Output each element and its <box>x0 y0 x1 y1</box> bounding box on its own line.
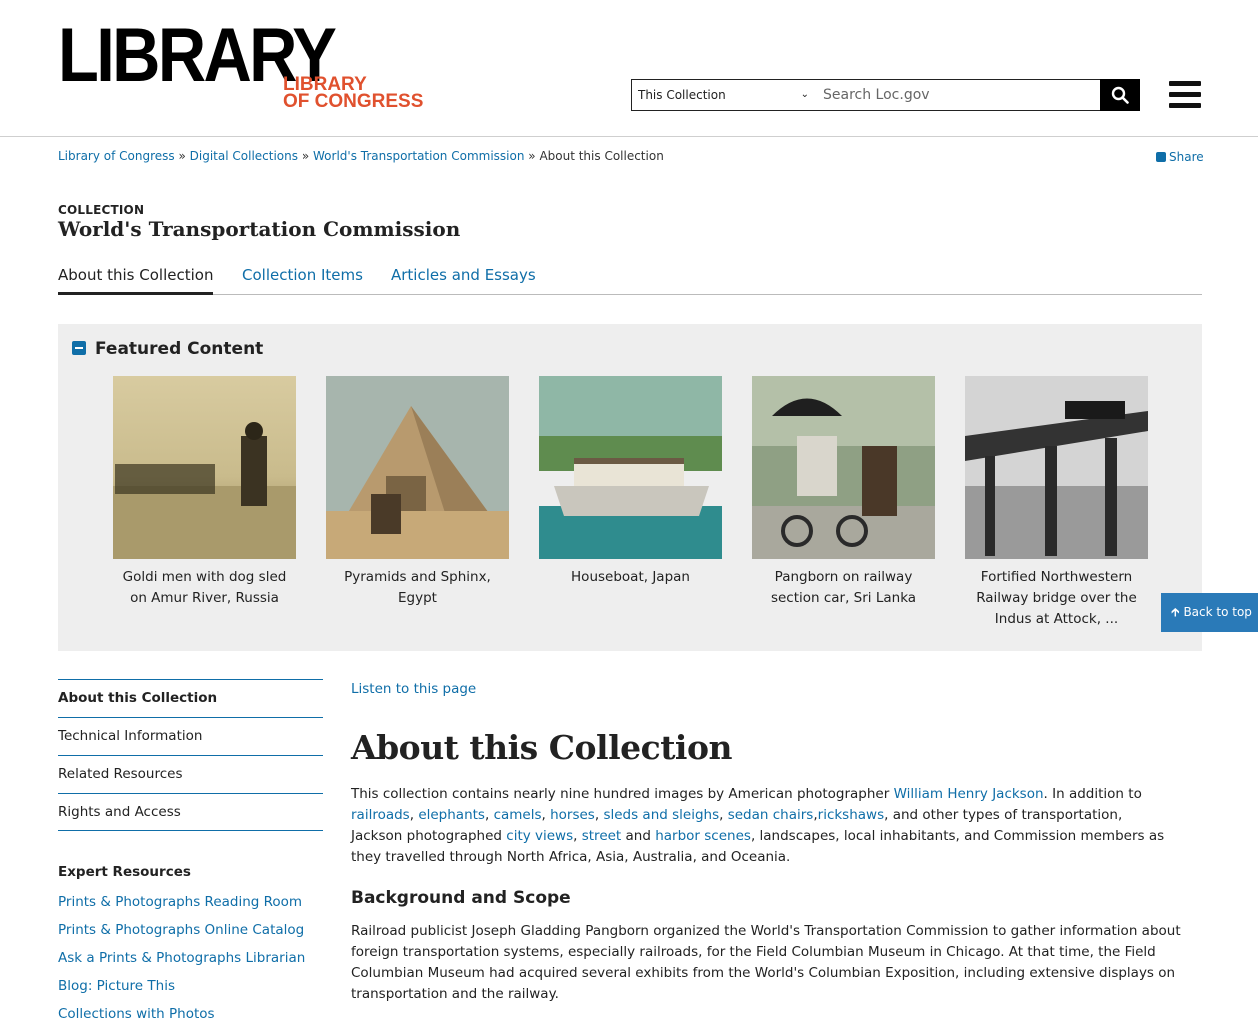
expert-link[interactable]: Ask a Prints & Photographs Librarian <box>58 944 305 972</box>
link-railroads[interactable]: railroads <box>351 807 410 823</box>
collection-tabs: About this Collection Collection Items A… <box>58 266 1202 295</box>
site-header: LIBRARY LIBRARY OF CONGRESS This Collect… <box>0 0 1258 137</box>
breadcrumb-link-collection[interactable]: World's Transportation Commission <box>313 149 524 163</box>
search-scope-select[interactable]: This Collection ⌄ <box>631 79 816 111</box>
expert-link[interactable]: Prints & Photographs Reading Room <box>58 888 305 916</box>
featured-thumbnail <box>539 376 722 559</box>
breadcrumb-link-digital-collections[interactable]: Digital Collections <box>190 149 298 163</box>
listen-link[interactable]: Listen to this page <box>351 681 476 697</box>
share-button[interactable]: Share <box>1156 150 1204 164</box>
featured-thumbnail <box>752 376 935 559</box>
featured-thumbnail <box>326 376 509 559</box>
tab-collection-items[interactable]: Collection Items <box>242 266 363 295</box>
sidebar-item-about[interactable]: About this Collection <box>58 679 323 717</box>
sidebar-item-technical-information[interactable]: Technical Information <box>58 717 323 755</box>
search-bar: This Collection ⌄ Search Loc.gov <box>631 79 1140 111</box>
collection-kicker: COLLECTION <box>58 203 145 217</box>
link-william-henry-jackson[interactable]: William Henry Jackson <box>894 786 1044 802</box>
featured-thumbnail <box>113 376 296 559</box>
link-horses[interactable]: horses <box>550 807 595 823</box>
menu-icon[interactable] <box>1169 81 1201 108</box>
back-to-top-button[interactable]: 🡱 Back to top <box>1161 593 1258 632</box>
tab-about[interactable]: About this Collection <box>58 266 214 295</box>
sidebar-nav: About this Collection Technical Informat… <box>58 679 323 831</box>
featured-item[interactable]: Pyramids and Sphinx, Egypt <box>326 376 509 609</box>
expert-resources-heading: Expert Resources <box>58 864 191 880</box>
link-rickshaws[interactable]: rickshaws <box>818 807 884 823</box>
link-street[interactable]: street <box>582 828 622 844</box>
sidebar-item-rights-access[interactable]: Rights and Access <box>58 793 323 831</box>
breadcrumb: Library of Congress » Digital Collection… <box>58 149 664 163</box>
link-harbor-scenes[interactable]: harbor scenes <box>655 828 751 844</box>
link-city-views[interactable]: city views <box>506 828 573 844</box>
featured-item[interactable]: Fortified Northwestern Railway bridge ov… <box>965 376 1148 630</box>
intro-paragraph: This collection contains nearly nine hun… <box>351 786 1165 865</box>
featured-caption: Houseboat, Japan <box>571 569 690 585</box>
featured-caption: Pyramids and Sphinx, Egypt <box>344 569 491 606</box>
section-heading: About this Collection <box>351 728 732 767</box>
featured-item[interactable]: Pangborn on railway section car, Sri Lan… <box>752 376 935 609</box>
link-sleds-sleighs[interactable]: sleds and sleighs <box>603 807 719 823</box>
expert-resources-list: Prints & Photographs Reading Room Prints… <box>58 888 305 1023</box>
featured-item[interactable]: Goldi men with dog sled on Amur River, R… <box>113 376 296 609</box>
logo-subtitle: LIBRARY OF CONGRESS <box>283 74 424 112</box>
link-elephants[interactable]: elephants <box>418 807 485 823</box>
featured-caption: Goldi men with dog sled on Amur River, R… <box>122 569 287 606</box>
featured-thumbnail <box>965 376 1148 559</box>
link-camels[interactable]: camels <box>494 807 542 823</box>
featured-content: Featured Content Goldi men with dog sled… <box>58 324 1202 651</box>
featured-caption: Fortified Northwestern Railway bridge ov… <box>976 569 1137 627</box>
arrow-up-icon: 🡱 <box>1171 605 1180 619</box>
expert-link[interactable]: Prints & Photographs Online Catalog <box>58 916 305 944</box>
sidebar-item-related-resources[interactable]: Related Resources <box>58 755 323 793</box>
featured-heading[interactable]: Featured Content <box>72 339 263 359</box>
background-paragraph: Railroad publicist Joseph Gladding Pangb… <box>351 923 1181 1002</box>
chevron-down-icon: ⌄ <box>800 89 809 100</box>
featured-caption: Pangborn on railway section car, Sri Lan… <box>770 569 917 606</box>
breadcrumb-link-loc[interactable]: Library of Congress <box>58 149 175 163</box>
page-title: World's Transportation Commission <box>58 217 461 241</box>
search-icon <box>1111 86 1129 104</box>
tab-articles-essays[interactable]: Articles and Essays <box>391 266 536 295</box>
share-icon <box>1156 152 1166 162</box>
link-sedan-chairs[interactable]: sedan chairs <box>728 807 814 823</box>
background-scope-heading: Background and Scope <box>351 888 571 908</box>
breadcrumb-current: About this Collection <box>539 149 664 163</box>
search-button[interactable] <box>1100 79 1140 111</box>
expert-link[interactable]: Blog: Picture This <box>58 972 305 1000</box>
featured-item[interactable]: Houseboat, Japan <box>539 376 722 588</box>
expert-link[interactable]: Collections with Photos <box>58 1000 305 1023</box>
search-input[interactable]: Search Loc.gov <box>815 79 1101 111</box>
collapse-icon <box>72 341 86 355</box>
